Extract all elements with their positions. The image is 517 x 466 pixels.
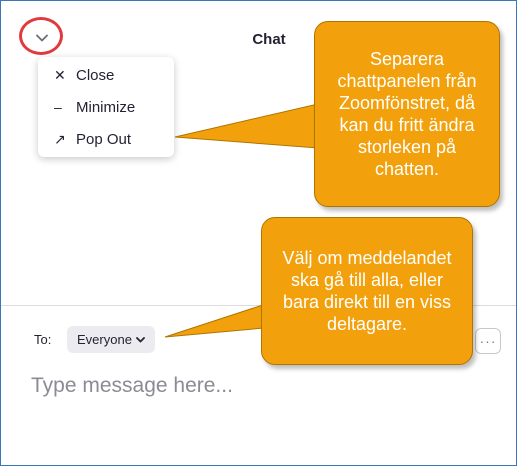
recipient-callout-pointer <box>164 300 276 338</box>
popout-callout-pointer <box>174 100 332 150</box>
recipient-tip-callout: Välj om meddelandet ska gå till alla, el… <box>261 217 473 365</box>
popout-tip-callout: Separera chattpanelen från Zoomfönstret,… <box>314 21 500 207</box>
chat-panel: Chat ✕ Close – Minimize ↗ Pop Out To: Ev… <box>0 0 517 466</box>
